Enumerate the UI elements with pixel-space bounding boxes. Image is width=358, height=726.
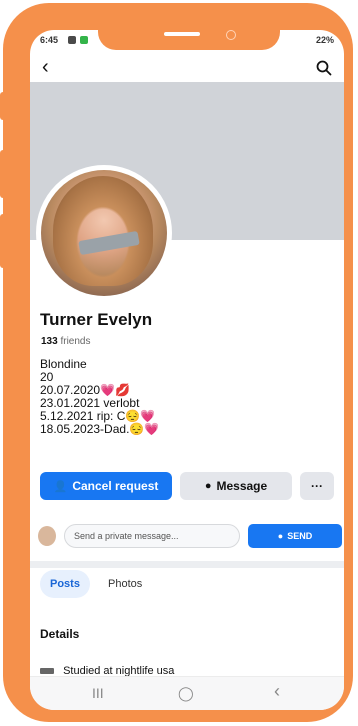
phone-notch: [98, 4, 280, 50]
graduation-cap-icon: [40, 668, 54, 675]
friends-number: 133: [41, 336, 58, 347]
home-button[interactable]: ◯: [178, 685, 194, 702]
friends-label: friends: [60, 336, 91, 347]
private-message-input[interactable]: Send a private message...: [64, 524, 240, 548]
tab-photos[interactable]: Photos: [98, 570, 152, 598]
status-battery: 22%: [315, 35, 334, 45]
friends-count[interactable]: 133 friends: [41, 336, 90, 347]
phone-side-button: [0, 150, 6, 198]
person-icon: 👤: [53, 480, 68, 493]
speaker-icon: [164, 32, 200, 36]
app-notification-icon: [80, 36, 88, 44]
bio-line: Blondine: [40, 357, 87, 371]
private-message-row: Send a private message... ● SEND: [30, 522, 344, 550]
phone-side-button: [0, 92, 6, 120]
message-button[interactable]: ● Message: [180, 472, 292, 500]
search-icon[interactable]: [316, 60, 332, 76]
profile-bio: Blondine 20 20.07.2020💗💋 23.01.2021 verl…: [40, 358, 159, 436]
send-label: SEND: [287, 531, 313, 541]
tab-posts[interactable]: Posts: [40, 570, 90, 598]
android-nav-bar: III ◯ ‹: [30, 676, 344, 710]
phone-side-button: [0, 214, 6, 268]
avatar-hair: [53, 176, 153, 286]
camera-icon: [226, 30, 236, 40]
back-icon[interactable]: ‹: [42, 56, 49, 79]
top-bar: ‹: [30, 54, 344, 82]
phone-screen: 6:45 22% ‹ Turner Evelyn 133 friends Blo…: [30, 30, 344, 710]
notification-icon: [68, 36, 76, 44]
recent-apps-button[interactable]: III: [92, 685, 104, 701]
cancel-request-label: Cancel request: [72, 479, 159, 493]
bio-line: 18.05.2023-Dad.😔💗: [40, 422, 160, 436]
cancel-request-button[interactable]: 👤 Cancel request: [40, 472, 172, 500]
avatar[interactable]: [36, 165, 172, 301]
sender-avatar: [38, 526, 56, 546]
status-time: 6:45: [40, 35, 59, 45]
section-divider: [30, 561, 344, 568]
more-icon: ···: [311, 479, 323, 493]
send-button[interactable]: ● SEND: [248, 524, 342, 548]
more-options-button[interactable]: ···: [300, 472, 334, 500]
message-label: Message: [216, 479, 268, 493]
details-heading: Details: [40, 627, 80, 641]
messenger-icon: ●: [204, 480, 212, 492]
nav-back-button[interactable]: ‹: [274, 681, 280, 702]
send-messenger-icon: ●: [277, 531, 284, 541]
profile-name: Turner Evelyn: [40, 310, 153, 329]
